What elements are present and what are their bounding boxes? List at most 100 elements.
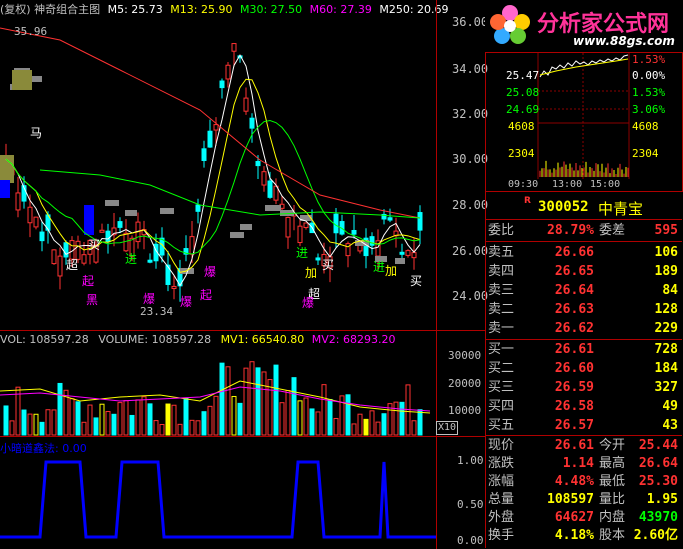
bid-row[interactable]: 买四 26.58 49 [486,397,682,416]
stat-row: 涨幅 4.48% 最低 25.30 [486,473,682,491]
bid-price: 26.57 [554,418,594,433]
up-candle [411,252,417,259]
down-candle [195,204,201,212]
up-candle [285,216,291,238]
volume-header: VOL: 108597.28 VOLUME: 108597.28 MV1: 66… [0,333,395,346]
up-candle [297,225,303,244]
bid-row[interactable]: 买一 26.61 728 [486,340,682,359]
up-candle [15,192,21,211]
wb-value: 28.79% [547,223,594,238]
volume-bar [255,367,261,436]
stat-label: 现价 [488,438,515,453]
up-candle [261,171,267,186]
volume-bar [267,379,273,436]
price-label: 25.08 [506,86,540,99]
stat-value: 26.61 [554,438,594,453]
logo-banner[interactable]: 分析家公式网 www.88gs.com [485,0,683,52]
volume-bar [153,420,159,436]
stock-title[interactable]: R 300052 中青宝 [486,196,682,218]
volume-bar [375,421,381,436]
intraday-mini-chart[interactable]: 25.47 25.08 24.69 1.53% 0.00% 1.53% 3.06… [485,52,683,192]
y-tick: 0.50 [457,498,484,511]
ma13-readout: M13: 25.90 [170,3,233,16]
signal-label: 爆 [180,295,193,309]
indicator-y-axis: 1.00 0.50 0.00 [436,436,485,549]
stat-row: 涨跌 1.14 最高 26.64 [486,455,682,473]
intraday-avg-line [539,58,629,76]
signal-label: 加 [305,266,318,280]
signal-block [12,70,32,90]
vol-label: 4608 [508,120,535,133]
volume-bar [315,411,321,436]
indicator-line [0,460,436,539]
ask-volume: 189 [654,264,678,279]
volume-bar [159,423,165,436]
stat-value: 26.64 [638,456,678,471]
bid-row[interactable]: 买二 26.60 184 [486,359,682,378]
ask-row[interactable]: 卖四 26.65 189 [486,262,682,281]
signal-label: 买 [88,238,101,252]
volume-canvas [0,361,431,436]
moving-averages [0,27,421,287]
volume-bar [363,418,369,436]
stat-value: 43970 [638,510,678,525]
volume-bar [177,423,183,436]
volume-bar [117,402,123,436]
volume-bar [27,413,33,436]
signal-label: 爆 [204,265,217,279]
ask-label: 卖二 [488,302,515,317]
bid-price: 26.61 [554,342,594,357]
divider [486,241,682,242]
up-candle [231,43,237,52]
volume-bar [69,398,75,436]
y-tick: 20000 [448,377,482,390]
ask-label: 卖四 [488,264,515,279]
down-candle [105,230,111,243]
ask-row[interactable]: 卖三 26.64 84 [486,281,682,300]
up-candle [27,206,33,224]
volume-bar [99,403,105,436]
stat-label: 总量 [488,492,515,507]
flat-block [160,208,174,214]
volume-bar [381,413,387,436]
ask-price: 26.65 [554,264,594,279]
ask-row[interactable]: 卖二 26.63 128 [486,300,682,319]
up-candle [171,285,177,289]
stat-row: 现价 26.61 今开 25.44 [486,437,682,455]
volume-bar [279,402,285,436]
wc-value: 595 [654,223,678,238]
bid-row[interactable]: 买五 26.57 43 [486,416,682,435]
bid-label: 买一 [488,342,515,357]
down-candle [201,148,207,161]
down-candle [351,229,357,235]
indicator-panel[interactable]: 小暗道鑫法: 0.00 [0,436,436,549]
volume-bar [105,411,111,436]
mv2-readout: MV2: 68293.20 [311,333,396,346]
down-candle [369,236,375,246]
up-candle [405,250,411,256]
volume-readout: VOLUME: 108597.28 [98,333,212,346]
stat-value: 1.14 [562,456,594,471]
ask-row[interactable]: 卖一 26.62 229 [486,319,682,338]
up-candle [225,64,231,80]
ask-price: 26.66 [554,245,594,260]
ma60-readout: M60: 27.39 [309,3,372,16]
stat-value: 2.60亿 [633,528,678,543]
main-chart-panel[interactable]: (复权) 神奇组合主图 M5: 25.73 M13: 25.90 M30: 27… [0,0,485,330]
signal-block [0,180,10,198]
ask-row[interactable]: 卖五 26.66 106 [486,243,682,262]
stat-label: 涨幅 [488,474,515,489]
volume-bar [39,421,45,436]
bid-row[interactable]: 买三 26.59 327 [486,378,682,397]
stat-row: 外盘 64627 内盘 43970 [486,509,682,527]
ma30-readout: M30: 27.50 [239,3,303,16]
volume-bar [309,408,315,436]
brand-url[interactable]: www.88gs.com [573,34,675,48]
signal-label: 马 [30,126,43,140]
volume-bar [249,361,255,436]
down-candle [147,259,153,263]
ask-label: 卖三 [488,283,515,298]
volume-unit: X10 [436,421,459,435]
volume-panel[interactable]: VOL: 108597.28 VOLUME: 108597.28 MV1: 66… [0,330,436,437]
volume-bar [135,399,141,436]
